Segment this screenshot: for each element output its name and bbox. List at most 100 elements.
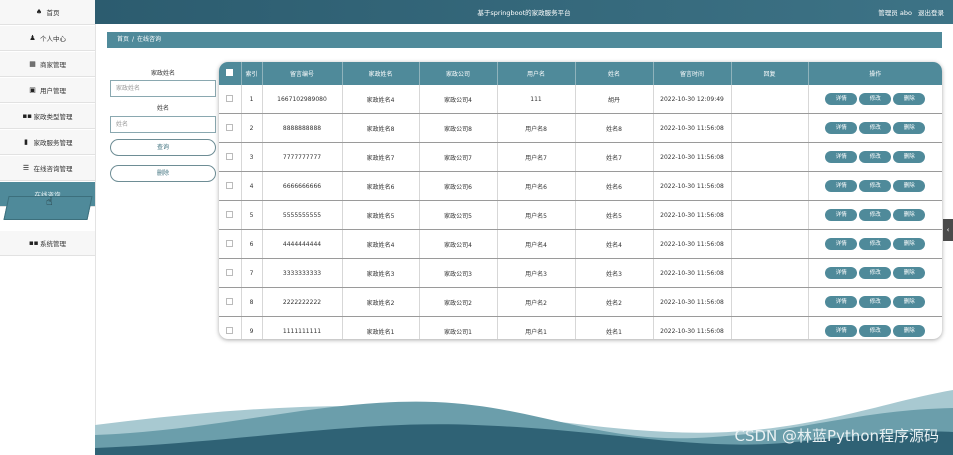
detail-button[interactable]: 详情 xyxy=(825,325,858,337)
edit-button[interactable]: 修改 xyxy=(859,325,892,337)
reply-cell xyxy=(731,229,809,259)
breadcrumb-home[interactable]: 首页 xyxy=(117,36,129,43)
edit-button[interactable]: 修改 xyxy=(859,180,892,192)
detail-button[interactable]: 详情 xyxy=(825,151,858,163)
index-cell: 2 xyxy=(241,113,263,143)
edit-button[interactable]: 修改 xyxy=(859,209,892,221)
row-checkbox[interactable] xyxy=(226,297,234,305)
table-row: 4 6666666666 家政姓名6 家政公司6 用户名6 姓名6 2022-10-30 1… xyxy=(219,171,942,201)
message-no-cell: 8888888888 xyxy=(262,113,343,143)
delete-button[interactable]: 删除 xyxy=(893,209,926,221)
sidebar-item[interactable]: ♠ 首页 xyxy=(0,0,95,25)
time-cell: 2022-10-30 12:09:49 xyxy=(653,85,732,114)
sidebar-item[interactable]: ▦ 商家管理 xyxy=(0,52,95,77)
watermark: CSDN @林蓝Python程序源码 xyxy=(734,427,939,445)
detail-button[interactable]: 详情 xyxy=(825,267,858,279)
edit-button[interactable]: 修改 xyxy=(859,296,892,308)
row-select-cell[interactable] xyxy=(219,142,242,172)
edit-button[interactable]: 修改 xyxy=(859,238,892,250)
sidebar-item[interactable]: ▪▪ 家政类型管理 xyxy=(0,104,95,129)
row-checkbox[interactable] xyxy=(226,181,234,189)
edit-button[interactable]: 修改 xyxy=(859,267,892,279)
row-select-cell[interactable] xyxy=(219,258,242,288)
row-select-cell[interactable] xyxy=(219,171,242,201)
row-checkbox[interactable] xyxy=(226,210,234,218)
time-cell: 2022-10-30 11:56:08 xyxy=(653,200,732,230)
actions-cell: 详情 修改 删除 xyxy=(808,287,942,317)
table-row: 2 8888888888 家政姓名8 家政公司8 用户名8 姓名8 2022-10-30 1… xyxy=(219,113,942,143)
message-no-cell: 1667102989080 xyxy=(262,85,343,114)
detail-button[interactable]: 详情 xyxy=(825,93,858,105)
row-select-cell[interactable] xyxy=(219,200,242,230)
delete-button[interactable]: 删除 xyxy=(893,180,926,192)
top-bar: 基于springboot的家政服务平台 管理员 abo 退出登录 xyxy=(95,0,953,24)
sidebar-item-label: 系统管理 xyxy=(40,240,66,248)
row-select-cell[interactable] xyxy=(219,316,242,339)
query-button[interactable]: 查询 xyxy=(110,139,216,156)
detail-button[interactable]: 详情 xyxy=(825,238,858,250)
user-label: 管理员 abo xyxy=(878,9,912,17)
actions-cell: 详情 修改 删除 xyxy=(808,171,942,201)
column-header: 姓名 xyxy=(575,62,654,85)
user-icon: ♟ xyxy=(29,34,36,42)
table-row: 6 4444444444 家政姓名4 家政公司4 用户名4 姓名4 2022-10-30 1… xyxy=(219,229,942,259)
staff-name-cell: 家政姓名8 xyxy=(342,113,420,143)
breadcrumb-separator: / xyxy=(132,36,135,43)
delete-button[interactable]: 删除 xyxy=(893,267,926,279)
delete-button[interactable]: 删除 xyxy=(893,93,926,105)
delete-button[interactable]: 删除 xyxy=(893,238,926,250)
batch-delete-button[interactable]: 删除 xyxy=(110,165,216,182)
staff-name-cell: 家政姓名4 xyxy=(342,85,420,114)
company-cell: 家政公司2 xyxy=(419,287,498,317)
sidebar-item[interactable]: ▪▪ 系统管理 xyxy=(0,231,95,256)
select-all-checkbox[interactable] xyxy=(226,69,234,76)
delete-button[interactable]: 删除 xyxy=(893,325,926,337)
edit-button[interactable]: 修改 xyxy=(859,93,892,105)
delete-button[interactable]: 删除 xyxy=(893,296,926,308)
column-header: 索引 xyxy=(241,62,263,85)
sidebar: ♠ 首页 ♟ 个人中心 ▦ 商家管理 ▣ 用户管理 ▪▪ 家政类型管理 ▮ 家政服务管理 ☰ 在线咨询管理… xyxy=(0,0,96,455)
row-checkbox[interactable] xyxy=(226,94,234,102)
person-name-label: 姓名 xyxy=(156,105,169,112)
edit-button[interactable]: 修改 xyxy=(859,122,892,134)
row-checkbox[interactable] xyxy=(226,326,234,334)
time-cell: 2022-10-30 11:56:08 xyxy=(653,229,732,259)
company-cell: 家政公司6 xyxy=(419,171,498,201)
index-cell: 9 xyxy=(241,316,263,339)
row-select-cell[interactable] xyxy=(219,113,242,143)
staff-name-cell: 家政姓名5 xyxy=(342,200,420,230)
message-no-cell: 4444444444 xyxy=(262,229,343,259)
sidebar-item[interactable]: ▣ 用户管理 xyxy=(0,78,95,103)
row-checkbox[interactable] xyxy=(226,268,234,276)
row-checkbox[interactable] xyxy=(226,152,234,160)
person-name-input[interactable]: 姓名 xyxy=(110,116,216,133)
select-all-header[interactable] xyxy=(219,62,242,85)
name-cell: 姓名7 xyxy=(575,142,654,172)
row-checkbox[interactable] xyxy=(226,239,234,247)
username-cell: 用户名6 xyxy=(497,171,576,201)
delete-button[interactable]: 删除 xyxy=(893,151,926,163)
index-cell: 3 xyxy=(241,142,263,172)
staff-name-input[interactable]: 家政姓名 xyxy=(110,80,216,97)
row-select-cell[interactable] xyxy=(219,287,242,317)
detail-button[interactable]: 详情 xyxy=(825,180,858,192)
edit-button[interactable]: 修改 xyxy=(859,151,892,163)
chart-icon: ▮ xyxy=(24,138,28,146)
side-collapse-tab[interactable]: ‹ xyxy=(943,219,953,241)
detail-button[interactable]: 详情 xyxy=(825,296,858,308)
logout-link[interactable]: 退出登录 xyxy=(918,9,944,17)
row-checkbox[interactable] xyxy=(226,123,234,131)
row-select-cell[interactable] xyxy=(219,229,242,259)
sidebar-item-label: 个人中心 xyxy=(40,35,66,43)
sidebar-item[interactable]: ☰ 在线咨询管理 xyxy=(0,156,95,181)
detail-button[interactable]: 详情 xyxy=(825,122,858,134)
actions-cell: 详情 修改 删除 xyxy=(808,316,942,339)
row-select-cell[interactable] xyxy=(219,85,242,114)
sidebar-item[interactable]: ♟ 个人中心 xyxy=(0,26,95,51)
detail-button[interactable]: 详情 xyxy=(825,209,858,221)
table-row: 3 7777777777 家政姓名7 家政公司7 用户名7 姓名7 2022-10-30 1… xyxy=(219,142,942,172)
company-cell: 家政公司8 xyxy=(419,113,498,143)
sidebar-item[interactable]: ▮ 家政服务管理 xyxy=(0,130,95,155)
delete-button[interactable]: 删除 xyxy=(893,122,926,134)
reply-cell xyxy=(731,142,809,172)
